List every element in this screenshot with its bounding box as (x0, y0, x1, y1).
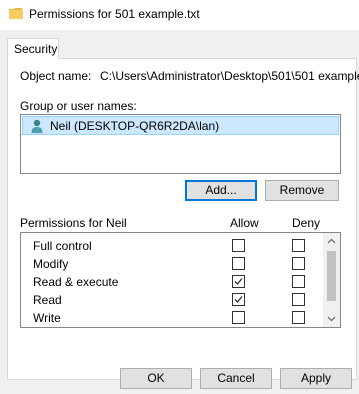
user-name: Neil (DESKTOP-QR6R2DA\lan) (50, 118, 220, 133)
allow-checkbox-full-control[interactable] (232, 239, 245, 252)
permission-name: Read (33, 293, 62, 307)
tab-security[interactable]: Security (7, 38, 59, 59)
object-name-label: Object name: (20, 69, 92, 83)
allow-checkbox-read-execute[interactable] (232, 275, 245, 288)
permission-row-read: Read (21, 291, 323, 309)
object-name-value: C:\Users\Administrator\Desktop\501\501 e… (100, 69, 359, 83)
add-button[interactable]: Add... (185, 180, 257, 201)
group-or-user-names-label: Group or user names: (20, 99, 137, 113)
permission-name: Write (33, 311, 61, 325)
allow-checkbox-modify[interactable] (232, 257, 245, 270)
folder-icon (9, 8, 23, 19)
checkmark-icon (234, 296, 243, 303)
deny-checkbox-modify[interactable] (292, 257, 305, 270)
checkmark-icon (234, 278, 243, 285)
permissions-for-label: Permissions for Neil (20, 216, 127, 230)
user-icon (31, 119, 43, 133)
permissions-scrollbar[interactable] (323, 233, 340, 327)
user-list[interactable]: Neil (DESKTOP-QR6R2DA\lan) (20, 114, 341, 174)
deny-checkbox-read[interactable] (292, 293, 305, 306)
deny-checkbox-full-control[interactable] (292, 239, 305, 252)
permissions-grid: Full control Modify Read & execute Read … (20, 232, 341, 328)
list-item-user[interactable]: Neil (DESKTOP-QR6R2DA\lan) (22, 116, 339, 135)
deny-column-header: Deny (292, 216, 321, 230)
dialog-body: Security (0, 30, 359, 394)
allow-checkbox-write[interactable] (232, 311, 245, 324)
allow-column-header: Allow (230, 216, 259, 230)
permission-name: Read & execute (33, 275, 119, 289)
deny-checkbox-read-execute[interactable] (292, 275, 305, 288)
apply-button[interactable]: Apply (280, 368, 352, 389)
permission-name: Modify (33, 257, 69, 271)
scroll-down-icon[interactable] (323, 310, 340, 327)
permission-row-write: Write (21, 309, 323, 327)
allow-checkbox-read[interactable] (232, 293, 245, 306)
window-title: Permissions for 501 example.txt (29, 7, 200, 21)
ok-button[interactable]: OK (120, 368, 192, 389)
scroll-up-icon[interactable] (323, 233, 340, 250)
permission-row-read-execute: Read & execute (21, 273, 323, 291)
deny-checkbox-write[interactable] (292, 311, 305, 324)
cancel-button[interactable]: Cancel (200, 368, 272, 389)
remove-button[interactable]: Remove (265, 180, 339, 201)
scrollbar-thumb[interactable] (327, 251, 336, 301)
title-bar: Permissions for 501 example.txt (0, 0, 359, 30)
permission-row-full-control: Full control (21, 237, 323, 255)
permission-name: Full control (33, 239, 92, 253)
permission-row-modify: Modify (21, 255, 323, 273)
